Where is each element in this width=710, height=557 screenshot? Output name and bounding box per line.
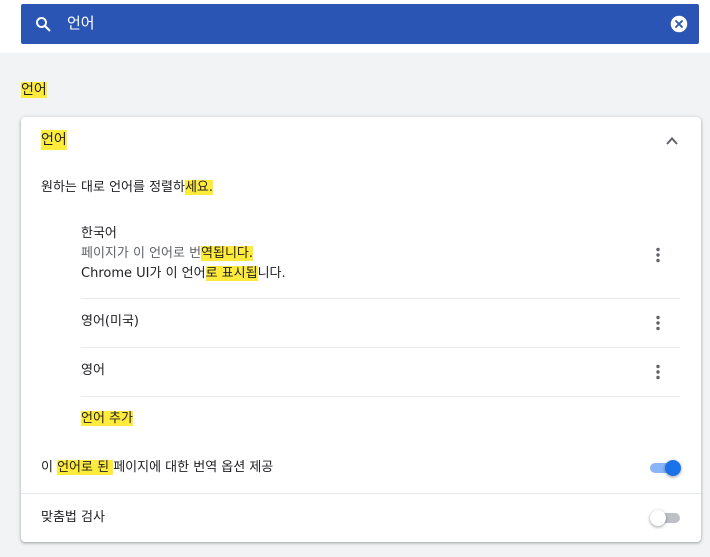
search-icon [36, 17, 51, 32]
add-language-button[interactable]: 언어 추가 [81, 409, 133, 429]
more-vert-icon[interactable] [649, 363, 667, 381]
translate-offer-highlight: 언어로 된 [57, 460, 114, 475]
language-name: 한국어 [81, 226, 117, 241]
languages-header-label: 언어 [41, 130, 67, 150]
languages-expander[interactable]: 언어 [21, 117, 701, 165]
chevron-up-icon[interactable] [665, 134, 679, 148]
languages-description: 원하는 대로 언어를 정렬하세요. [41, 178, 214, 198]
language-item-english-us: 영어(미국) [81, 298, 680, 347]
add-language-label: 언어 추가 [81, 411, 133, 426]
clear-search-icon[interactable] [670, 15, 688, 33]
translate-note-text: 페이지가 이 언어로 번 [81, 246, 202, 261]
translate-offer-text-end: 페이지에 대한 번역 옵션 제공 [113, 460, 274, 475]
language-ui-note: Chrome UI가 이 언어로 표시됩니다. [81, 264, 680, 284]
divider [81, 396, 680, 397]
search-input[interactable]: 언어 [67, 13, 95, 33]
ui-note-text-end: 니다. [257, 266, 286, 281]
languages-card: 언어 원하는 대로 언어를 정렬하세요. 한국어 페이지가 이 언어로 번역됩니… [21, 117, 701, 542]
section-title-text: 언어 [21, 82, 47, 98]
more-vert-icon[interactable] [649, 314, 667, 332]
spellcheck-toggle[interactable] [650, 510, 680, 526]
translate-note-highlight: 역됩니다. [201, 246, 254, 261]
more-vert-icon[interactable] [649, 246, 667, 264]
toggle-knob [665, 460, 681, 476]
top-bar: 언어 [0, 0, 710, 53]
ui-note-text: Chrome UI가 이 언어 [81, 266, 206, 281]
language-name: 영어 [81, 363, 105, 378]
search-bar[interactable]: 언어 [21, 4, 699, 44]
spellcheck-label: 맞춤법 검사 [41, 510, 105, 525]
section-title: 언어 [21, 80, 47, 100]
description-text: 원하는 대로 언어를 정렬하 [41, 180, 185, 195]
translate-offer-row[interactable]: 이 언어로 된 페이지에 대한 번역 옵션 제공 [21, 444, 701, 492]
language-item-english: 영어 [81, 347, 680, 396]
language-name: 영어(미국) [81, 314, 139, 329]
translate-offer-text: 이 [41, 460, 58, 475]
toggle-knob [650, 510, 666, 526]
translate-offer-label: 이 언어로 된 페이지에 대한 번역 옵션 제공 [41, 458, 273, 478]
language-translate-note: 페이지가 이 언어로 번역됩니다. [81, 244, 680, 264]
translate-offer-toggle[interactable] [650, 460, 681, 476]
spellcheck-row[interactable]: 맞춤법 검사 [21, 493, 701, 542]
language-item-korean: 한국어 페이지가 이 언어로 번역됩니다. Chrome UI가 이 언어로 표… [81, 224, 680, 296]
ui-note-highlight: 로 표시됩 [205, 266, 258, 281]
description-highlight: 세요. [184, 180, 214, 195]
